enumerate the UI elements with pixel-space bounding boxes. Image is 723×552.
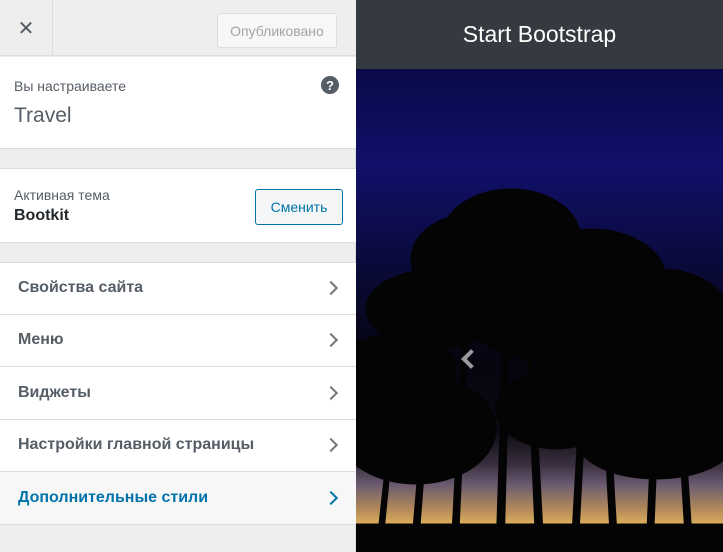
- section-additional-css[interactable]: Дополнительные стили: [0, 472, 356, 525]
- change-theme-button[interactable]: Сменить: [255, 189, 343, 225]
- section-label: Виджеты: [18, 383, 91, 401]
- customizer-sections: Свойства сайта Меню Виджеты Настройки гл…: [0, 262, 356, 525]
- customizer-sidebar: ✕ Опубликовано Вы настраиваете Travel ? …: [0, 0, 356, 552]
- section-label: Настройки главной страницы: [18, 436, 255, 454]
- customizing-label: Вы настраиваете: [14, 78, 127, 94]
- site-preview: Start Bootstrap: [356, 0, 723, 552]
- customizer-header: ✕ Опубликовано: [0, 0, 356, 56]
- active-theme-name: Bootkit: [14, 207, 70, 224]
- chevron-right-icon: [323, 333, 339, 348]
- close-icon: ✕: [17, 17, 35, 40]
- chevron-right-icon: [323, 490, 339, 505]
- chevron-right-icon: [323, 385, 339, 400]
- preview-navbar: Start Bootstrap: [356, 0, 723, 69]
- palm-silhouettes: [356, 188, 723, 552]
- help-icon[interactable]: ?: [321, 76, 339, 94]
- customize-info: Вы настраиваете Travel ?: [0, 57, 356, 149]
- active-theme-label: Активная тема: [14, 187, 110, 203]
- active-theme-panel: Активная тема Bootkit Сменить: [0, 168, 356, 243]
- section-label: Дополнительные стили: [18, 488, 209, 506]
- navbar-brand[interactable]: Start Bootstrap: [463, 21, 616, 48]
- site-title: Travel: [14, 104, 72, 127]
- chevron-right-icon: [323, 438, 339, 453]
- section-label: Меню: [18, 331, 64, 349]
- chevron-left-icon: [461, 349, 481, 369]
- carousel-prev-button[interactable]: [456, 339, 486, 379]
- section-widgets[interactable]: Виджеты: [0, 367, 356, 420]
- section-site-identity[interactable]: Свойства сайта: [0, 262, 356, 315]
- close-button[interactable]: ✕: [0, 0, 53, 56]
- publish-button[interactable]: Опубликовано: [217, 13, 337, 48]
- chevron-right-icon: [323, 281, 339, 296]
- section-menus[interactable]: Меню: [0, 314, 356, 367]
- section-homepage-settings[interactable]: Настройки главной страницы: [0, 419, 356, 472]
- hero-carousel-image: [356, 69, 723, 552]
- section-label: Свойства сайта: [18, 279, 144, 297]
